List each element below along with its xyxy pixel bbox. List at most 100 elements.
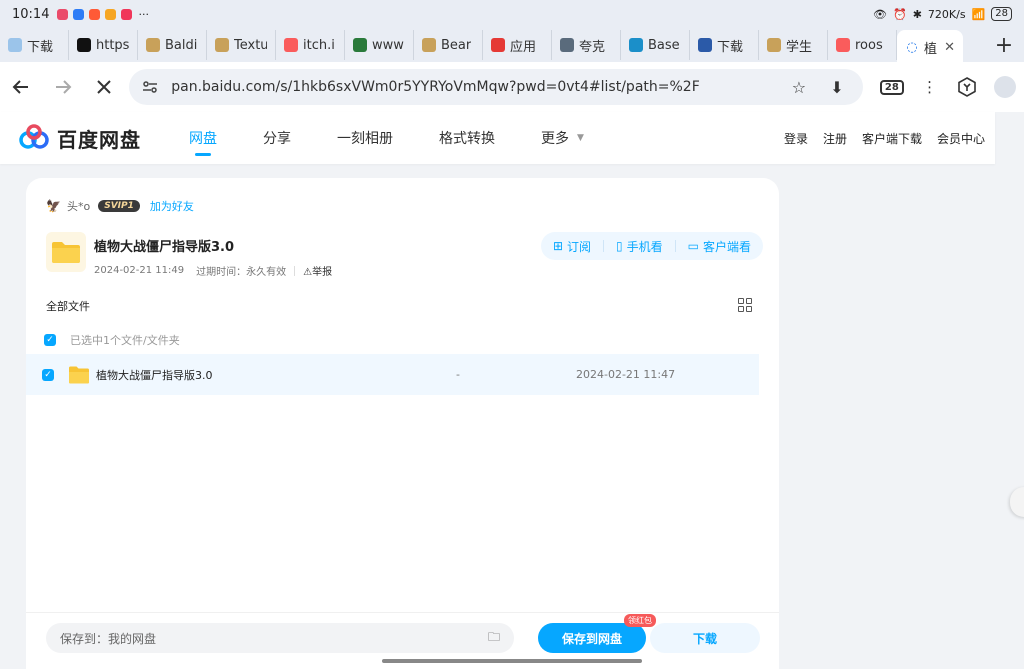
nav-format-convert[interactable]: 格式转换 [439,112,495,164]
tab-6[interactable]: Bear [414,30,483,60]
mobile-view-button[interactable]: ▯ 手机看 [616,238,663,255]
selection-summary: 已选中1个文件/文件夹 [70,334,180,347]
plus-square-icon: ⊞ [552,239,564,253]
forward-button[interactable] [42,66,84,108]
menu-button[interactable]: ⋮ [911,68,949,106]
report-icon: ⚠ [303,267,313,278]
wifi-icon: 📶 [971,7,986,21]
report-link[interactable]: ⚠举报 [303,263,332,278]
nav-share[interactable]: 分享 [263,112,291,164]
row-checkbox[interactable]: ✓ [42,368,54,381]
nav-label: 分享 [263,131,291,147]
tab-label: itch.i [303,37,335,53]
share-card: 🦅 头*o SVIP1 加为好友 植物大战僵尸指导版3.0 2024-02-21… [26,178,779,669]
address-bar[interactable]: pan.baidu.com/s/1hkb6sxVWm0r5YYRYoVmMqw?… [129,69,863,105]
itch-icon [284,38,298,52]
status-right: 👁 ⏰ ✱ 720K/s 📶 28 [873,7,1012,21]
share-date: 2024-02-21 11:49 [94,265,185,276]
nav-label: 一刻相册 [337,131,393,147]
add-friend-link[interactable]: 加为好友 [150,198,194,214]
save-to-disk-button[interactable]: 保存到网盘 [538,623,646,653]
tab-13[interactable]: ◌ 植 ✕ [897,30,963,64]
share-meta: 2024-02-21 11:49 过期时间： 永久有效 ⚠举报 [94,263,332,278]
user-avatar-icon: 🦅 [46,199,61,213]
close-tab-icon[interactable]: ✕ [940,40,955,55]
baidu-pan-logo[interactable]: 百度网盘 [17,124,167,153]
tab-12[interactable]: roos [828,30,897,60]
url-text[interactable]: pan.baidu.com/s/1hkb6sxVWm0r5YYRYoVmMqw?… [171,79,775,95]
tab-3[interactable]: Textu [207,30,276,60]
register-link[interactable]: 注册 [823,130,847,147]
stop-loading-button[interactable] [84,66,126,108]
nav-more[interactable]: 更多 ▼ [541,112,584,164]
tab-switcher-button[interactable]: 28 [873,68,911,106]
more-notifications: ··· [138,7,149,21]
select-all-checkbox[interactable]: ✓ [44,334,56,346]
login-link[interactable]: 登录 [784,130,808,147]
floating-assistant-icon[interactable] [1010,487,1024,517]
tab-label: www [372,37,404,53]
file-size: - [456,368,460,381]
client-view-button[interactable]: ▭ 客户端看 [688,238,751,255]
tab-8[interactable]: 夸克 [552,30,621,60]
tab-5[interactable]: www [345,30,414,60]
notification-app-icon [121,8,133,20]
download-button[interactable]: 下载 [650,623,760,653]
sharer-info: 🦅 头*o SVIP1 加为好友 [46,198,194,214]
battery-icon: 28 [991,7,1012,21]
tab-1[interactable]: https [69,30,138,60]
file-name[interactable]: 植物大战僵尸指导版3.0 [96,367,456,383]
download-icon [698,38,712,52]
tab-7[interactable]: 应用 [483,30,552,60]
save-path-selector[interactable]: 保存到：我的网盘 🗀 [46,623,514,653]
download-icon[interactable]: ⬇ [823,78,851,97]
expiry-label: 过期时间： [196,267,247,278]
status-time: 10:14 [12,6,50,22]
subscribe-button[interactable]: ⊞ 订阅 [553,238,591,255]
notification-app-icon [73,8,85,20]
tab-11[interactable]: 学生 [759,30,828,60]
tab-10[interactable]: 下载 [690,30,759,60]
bluetooth-icon: ✱ [912,7,922,21]
tab-label: 植 [924,41,938,57]
gesture-home-bar[interactable] [382,659,642,663]
site-settings-icon[interactable] [141,78,159,96]
browser-toolbar: pan.baidu.com/s/1hkb6sxVWm0r5YYRYoVmMqw?… [0,62,1024,112]
nav-netdisk[interactable]: 网盘 [189,112,217,164]
base-icon [629,38,643,52]
back-button[interactable] [0,66,42,108]
new-tab-button[interactable]: + [984,30,1024,60]
godot-icon [767,38,781,52]
bookmark-star-icon[interactable]: ☆ [785,78,813,97]
share-title: 植物大战僵尸指导版3.0 [94,240,235,255]
table-row[interactable]: ✓ 植物大战僵尸指导版3.0 - 2024-02-21 11:47 [26,354,759,395]
tab-label: roos [855,37,883,53]
vip-badge: SVIP1 [98,200,140,212]
notification-app-icon [105,8,117,20]
arrow-right-icon [55,80,72,94]
vertical-dots-icon: ⋮ [922,78,938,96]
tab-label: 夸克 [579,39,606,55]
client-download-link[interactable]: 客户端下载 [862,130,922,147]
grid-view-icon[interactable] [738,298,752,312]
godot-icon [215,38,229,52]
nav-label: 格式转换 [439,131,495,147]
profile-button[interactable] [986,68,1024,106]
nav-album[interactable]: 一刻相册 [337,112,393,164]
tab-label: https [96,37,129,53]
monitor-icon: ▭ [687,239,699,253]
avatar [994,76,1017,98]
red-packet-badge: 领红包 [624,614,656,627]
tab-4[interactable]: itch.i [276,30,345,60]
folder-outline-icon[interactable]: 🗀 [488,628,500,649]
tab-2[interactable]: Baldi [138,30,207,60]
tab-0[interactable]: 下载 [0,30,69,60]
member-center-link[interactable]: 会员中心 [937,130,985,147]
main-nav: 网盘 分享 一刻相册 格式转换 更多 ▼ [189,112,630,164]
caret-down-icon: ▼ [577,133,584,143]
download-button-label: 下载 [692,631,717,646]
nav-label: 网盘 [189,131,217,147]
breadcrumb[interactable]: 全部文件 [46,298,90,314]
extension-button[interactable] [948,68,986,106]
tab-9[interactable]: Base [621,30,690,60]
